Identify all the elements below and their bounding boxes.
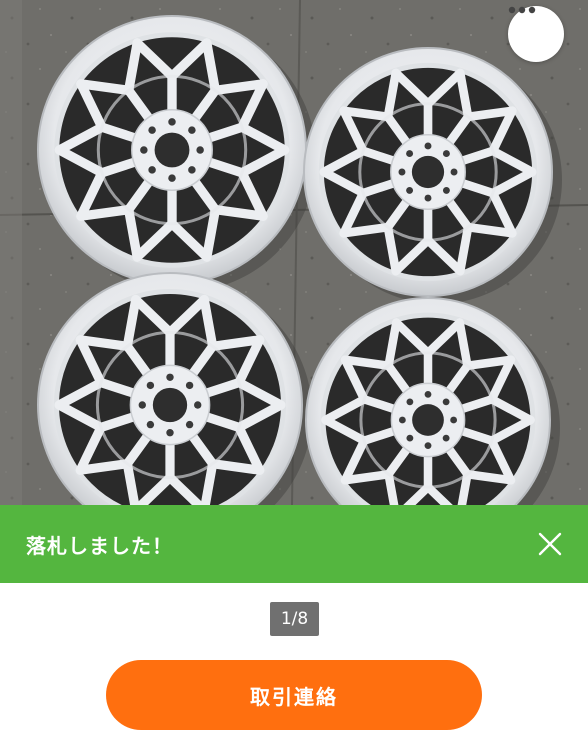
product-photo[interactable]: [0, 0, 588, 505]
contact-seller-button[interactable]: 取引連絡: [106, 660, 482, 730]
wheels-illustration: [0, 0, 588, 505]
photo-pager-indicator: 1/8: [270, 602, 319, 636]
success-toast: 落札しました！: [0, 505, 588, 583]
close-icon: [538, 532, 562, 556]
toast-close-button[interactable]: [530, 524, 570, 564]
toast-message: 落札しました！: [26, 533, 173, 558]
more-options-button[interactable]: [508, 6, 564, 62]
item-detail-screen: 落札しました！ 1/8 取引連絡: [0, 0, 588, 750]
more-horizontal-icon: [508, 6, 536, 14]
